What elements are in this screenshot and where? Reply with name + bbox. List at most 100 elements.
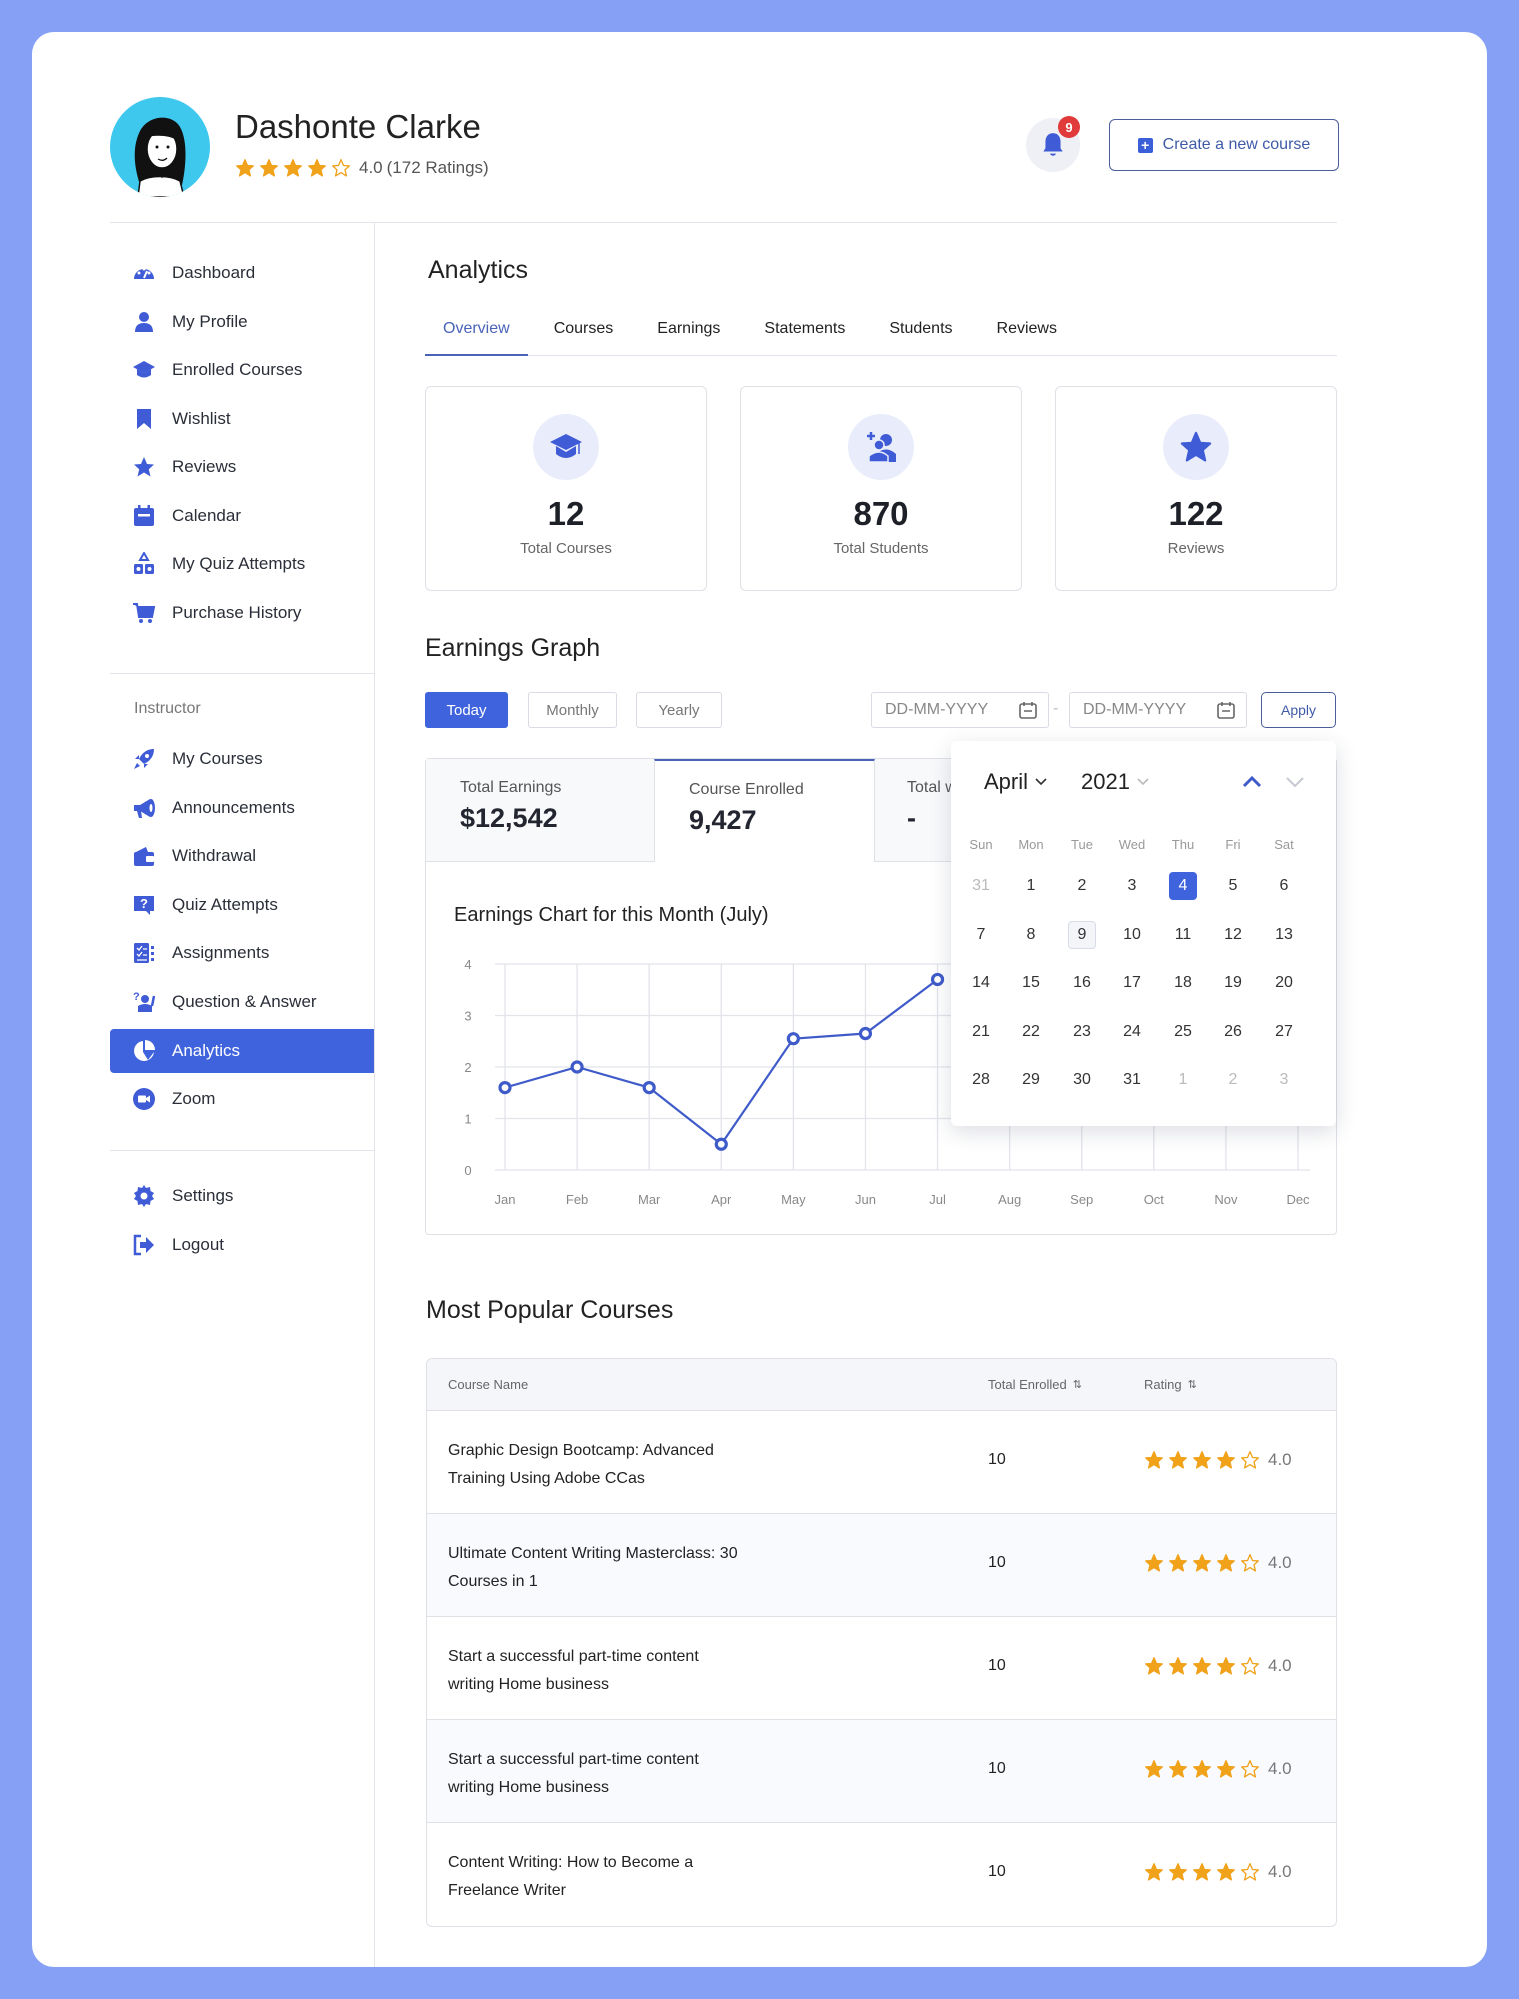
sidebar-item-purchase-history[interactable]: Purchase History: [110, 591, 374, 635]
metric-tab-total-earnings[interactable]: Total Earnings $12,542: [426, 759, 654, 862]
tab-overview[interactable]: Overview: [425, 310, 528, 356]
calendar-day[interactable]: 30: [1068, 1066, 1096, 1094]
calendar-day[interactable]: 12: [1219, 921, 1247, 949]
calendar-day[interactable]: 21: [967, 1018, 995, 1046]
calendar-day[interactable]: 3: [1270, 1066, 1298, 1094]
sort-icon[interactable]: ⇅: [1073, 1378, 1082, 1391]
calendar-day-selected[interactable]: 4: [1169, 872, 1197, 900]
x-tick-label: Jul: [929, 1192, 946, 1207]
weekday-label: Mon: [1018, 837, 1044, 852]
calendar-day[interactable]: 28: [967, 1066, 995, 1094]
table-row[interactable]: Content Writing: How to Become a Freelan…: [427, 1823, 1336, 1926]
notifications-button[interactable]: 9: [1026, 116, 1080, 172]
year-label: 2021: [1081, 769, 1130, 794]
stat-value: 12: [547, 495, 585, 532]
avatar[interactable]: [110, 97, 210, 197]
calendar-day[interactable]: 31: [967, 872, 995, 900]
gear-icon: [132, 1184, 156, 1208]
range-today-button[interactable]: Today: [425, 692, 508, 728]
table-row[interactable]: Ultimate Content Writing Masterclass: 30…: [427, 1514, 1336, 1617]
weekday-label: Fri: [1225, 837, 1241, 852]
calendar-day[interactable]: 3: [1118, 872, 1146, 900]
tab-students[interactable]: Students: [871, 310, 970, 356]
calendar-day[interactable]: 25: [1169, 1018, 1197, 1046]
sidebar-item-my-profile[interactable]: My Profile: [110, 300, 374, 344]
date-to-input[interactable]: DD-MM-YYYY: [1069, 692, 1247, 728]
apply-button[interactable]: Apply: [1261, 692, 1336, 728]
calendar-day[interactable]: 26: [1219, 1018, 1247, 1046]
course-name[interactable]: Start a successful part-time content wri…: [448, 1746, 748, 1802]
sidebar-item-my-quiz-attempts[interactable]: My Quiz Attempts: [110, 542, 374, 586]
table-row[interactable]: Graphic Design Bootcamp: Advanced Traini…: [427, 1411, 1336, 1514]
table-row[interactable]: Start a successful part-time content wri…: [427, 1617, 1336, 1720]
calendar-day[interactable]: 1: [1169, 1066, 1197, 1094]
calendar-day[interactable]: 2: [1068, 872, 1096, 900]
star-filled-icon: [1145, 1657, 1163, 1675]
sidebar-item-my-courses[interactable]: My Courses: [110, 737, 374, 781]
sidebar-item-calendar[interactable]: Calendar: [110, 494, 374, 538]
sidebar-item-announcements[interactable]: Announcements: [110, 786, 374, 830]
sidebar-item-enrolled-courses[interactable]: Enrolled Courses: [110, 348, 374, 392]
sidebar-item-zoom[interactable]: Zoom: [110, 1077, 374, 1121]
month-select[interactable]: April: [984, 769, 1047, 795]
calendar-day[interactable]: 15: [1017, 969, 1045, 997]
table-row[interactable]: Start a successful part-time content wri…: [427, 1720, 1336, 1823]
calendar-day[interactable]: 10: [1118, 921, 1146, 949]
calendar-day[interactable]: 1: [1017, 872, 1045, 900]
sidebar-item-wishlist[interactable]: Wishlist: [110, 397, 374, 441]
calendar-day[interactable]: 16: [1068, 969, 1096, 997]
calendar-day[interactable]: 2: [1219, 1066, 1247, 1094]
calendar-day-today[interactable]: 9: [1068, 920, 1096, 949]
star-empty-icon: [332, 159, 350, 177]
calendar-day[interactable]: 5: [1219, 872, 1247, 900]
tab-earnings[interactable]: Earnings: [639, 310, 738, 356]
chevron-down-icon[interactable]: [1284, 771, 1306, 793]
sidebar-item-logout[interactable]: Logout: [110, 1223, 374, 1267]
calendar-day[interactable]: 8: [1017, 921, 1045, 949]
calendar-day[interactable]: 24: [1118, 1018, 1146, 1046]
tab-statements[interactable]: Statements: [746, 310, 863, 356]
sidebar-item-label: Question & Answer: [172, 992, 317, 1011]
chevron-up-icon[interactable]: [1241, 771, 1263, 793]
calendar-day[interactable]: 27: [1270, 1018, 1298, 1046]
calendar-day[interactable]: 22: [1017, 1018, 1045, 1046]
sidebar-item-analytics[interactable]: Analytics: [110, 1028, 374, 1073]
calendar-day[interactable]: 11: [1169, 921, 1197, 949]
range-yearly-button[interactable]: Yearly: [636, 692, 722, 728]
tab-courses[interactable]: Courses: [536, 310, 632, 356]
date-from-input[interactable]: DD-MM-YYYY: [871, 692, 1049, 728]
range-monthly-button[interactable]: Monthly: [528, 692, 617, 728]
calendar-day[interactable]: 18: [1169, 969, 1197, 997]
calendar-day[interactable]: 6: [1270, 872, 1298, 900]
sidebar-item-assignments[interactable]: Assignments: [110, 931, 374, 975]
stat-card-reviews: 122 Reviews: [1055, 386, 1337, 591]
year-select[interactable]: 2021: [1081, 769, 1149, 795]
sidebar-item-question-answer[interactable]: ? Question & Answer: [110, 980, 374, 1024]
calendar-day[interactable]: 20: [1270, 969, 1298, 997]
calendar-day[interactable]: 19: [1219, 969, 1247, 997]
stat-label: Total Courses: [520, 540, 612, 557]
sidebar-item-quiz-attempts[interactable]: ? Quiz Attempts: [110, 883, 374, 927]
sort-icon[interactable]: ⇅: [1188, 1378, 1197, 1391]
sidebar-item-dashboard[interactable]: Dashboard: [110, 251, 374, 295]
sidebar-item-withdrawal[interactable]: Withdrawal: [110, 834, 374, 878]
course-name[interactable]: Start a successful part-time content wri…: [448, 1643, 748, 1699]
sidebar-item-settings[interactable]: Settings: [110, 1174, 374, 1218]
calendar-day[interactable]: 23: [1068, 1018, 1096, 1046]
calendar-day[interactable]: 7: [967, 921, 995, 949]
create-course-button[interactable]: + Create a new course: [1109, 119, 1339, 171]
calendar-day[interactable]: 31: [1118, 1066, 1146, 1094]
course-name[interactable]: Content Writing: How to Become a Freelan…: [448, 1849, 748, 1905]
calendar-day[interactable]: 14: [967, 969, 995, 997]
calendar-day[interactable]: 29: [1017, 1066, 1045, 1094]
rating-stars: [1144, 1553, 1260, 1573]
tab-reviews[interactable]: Reviews: [979, 310, 1075, 356]
calendar-day[interactable]: 17: [1118, 969, 1146, 997]
metric-tab-course-enrolled[interactable]: Course Enrolled 9,427: [654, 759, 875, 862]
course-name[interactable]: Graphic Design Bootcamp: Advanced Traini…: [448, 1437, 748, 1493]
course-name[interactable]: Ultimate Content Writing Masterclass: 30…: [448, 1540, 748, 1596]
sidebar-item-reviews[interactable]: Reviews: [110, 445, 374, 489]
calendar-day[interactable]: 13: [1270, 921, 1298, 949]
column-total-enrolled[interactable]: Total Enrolled ⇅: [988, 1377, 1082, 1392]
column-rating[interactable]: Rating ⇅: [1144, 1377, 1197, 1392]
